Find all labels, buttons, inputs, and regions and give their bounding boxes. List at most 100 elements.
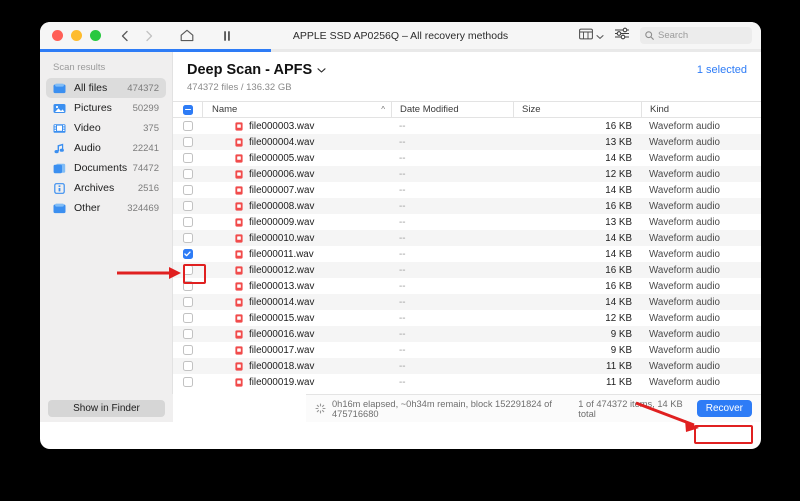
row-checkbox[interactable] [173, 121, 202, 131]
row-size-cell: 13 KB [513, 134, 641, 150]
row-date-value: -- [399, 360, 406, 372]
table-row[interactable]: file000019.wav -- 11 KB Waveform audio [173, 374, 761, 390]
status-bar: 0h16m elapsed, ~0h34m remain, block 1522… [306, 394, 761, 422]
row-checkbox[interactable] [173, 297, 202, 307]
row-name-cell: file000019.wav [202, 374, 391, 390]
row-date-cell: -- [391, 230, 513, 246]
row-checkbox[interactable] [173, 345, 202, 355]
table-row[interactable]: file000016.wav -- 9 KB Waveform audio [173, 326, 761, 342]
row-date-cell: -- [391, 358, 513, 374]
chevron-down-icon[interactable] [317, 62, 326, 78]
row-date-cell: -- [391, 310, 513, 326]
row-size-cell: 16 KB [513, 118, 641, 134]
column-header-kind[interactable]: Kind [641, 102, 761, 117]
column-header-name[interactable]: Name ^ [202, 102, 391, 117]
row-name-cell: file000003.wav [202, 118, 391, 134]
row-checkbox[interactable] [173, 153, 202, 163]
sidebar-item-documents[interactable]: Documents 74472 [46, 158, 166, 178]
row-name-cell: file000005.wav [202, 150, 391, 166]
row-size-value: 14 KB [605, 184, 632, 196]
sidebar-item-archives[interactable]: Archives 2516 [46, 178, 166, 198]
table-row[interactable]: file000013.wav -- 16 KB Waveform audio [173, 278, 761, 294]
row-checkbox[interactable] [173, 265, 202, 275]
sidebar-item-pictures[interactable]: Pictures 50299 [46, 98, 166, 118]
row-checkbox[interactable] [173, 169, 202, 179]
wav-file-icon [235, 249, 243, 259]
table-header-row: Name ^ Date Modified Size Kind [173, 101, 761, 118]
chevron-down-icon [596, 27, 604, 45]
sliders-icon[interactable] [614, 27, 630, 45]
row-date-value: -- [399, 200, 406, 212]
table-row[interactable]: file000010.wav -- 14 KB Waveform audio [173, 230, 761, 246]
row-checkbox[interactable] [173, 137, 202, 147]
row-name-cell: file000016.wav [202, 326, 391, 342]
view-mode-button[interactable] [579, 27, 604, 45]
row-size-value: 14 KB [605, 152, 632, 164]
table-row[interactable]: file000006.wav -- 12 KB Waveform audio [173, 166, 761, 182]
pause-icon[interactable] [221, 29, 233, 43]
file-table: Name ^ Date Modified Size Kind file00000… [173, 101, 761, 422]
row-kind-value: Waveform audio [649, 328, 720, 340]
page-title: Deep Scan - APFS [187, 62, 747, 78]
row-date-value: -- [399, 328, 406, 340]
row-checkbox[interactable] [173, 233, 202, 243]
row-date-value: -- [399, 264, 406, 276]
table-row[interactable]: file000007.wav -- 14 KB Waveform audio [173, 182, 761, 198]
select-all-checkbox[interactable] [173, 104, 202, 115]
home-icon[interactable] [179, 28, 195, 43]
main-panel: Deep Scan - APFS 474372 files / 136.32 G… [173, 52, 761, 422]
sidebar-item-all-files[interactable]: All files 474372 [46, 78, 166, 98]
table-row[interactable]: file000004.wav -- 13 KB Waveform audio [173, 134, 761, 150]
table-row[interactable]: file000011.wav -- 14 KB Waveform audio [173, 246, 761, 262]
table-row[interactable]: file000003.wav -- 16 KB Waveform audio [173, 118, 761, 134]
wav-file-icon [235, 329, 243, 339]
show-in-finder-button[interactable]: Show in Finder [48, 399, 165, 417]
row-size-cell: 13 KB [513, 214, 641, 230]
row-checkbox[interactable] [173, 185, 202, 195]
sidebar-item-audio[interactable]: Audio 22241 [46, 138, 166, 158]
search-input[interactable]: Search [640, 27, 752, 44]
row-checkbox[interactable] [173, 329, 202, 339]
column-header-size[interactable]: Size [513, 102, 641, 117]
row-checkbox[interactable] [173, 313, 202, 323]
row-checkbox[interactable] [173, 249, 202, 259]
row-size-value: 14 KB [605, 296, 632, 308]
sidebar: Scan results All files 474372 Pictures 5029… [40, 52, 173, 422]
row-kind-cell: Waveform audio [641, 118, 761, 134]
table-row[interactable]: file000017.wav -- 9 KB Waveform audio [173, 342, 761, 358]
table-row[interactable]: file000012.wav -- 16 KB Waveform audio [173, 262, 761, 278]
sort-ascending-icon: ^ [381, 105, 385, 114]
row-size-cell: 12 KB [513, 166, 641, 182]
sidebar-item-label: Documents [74, 162, 128, 174]
sidebar-item-video[interactable]: Video 375 [46, 118, 166, 138]
wav-file-icon [235, 345, 243, 355]
table-row[interactable]: file000015.wav -- 12 KB Waveform audio [173, 310, 761, 326]
table-row[interactable]: file000008.wav -- 16 KB Waveform audio [173, 198, 761, 214]
row-date-value: -- [399, 344, 406, 356]
row-checkbox[interactable] [173, 201, 202, 211]
minimize-button[interactable] [71, 30, 82, 41]
row-name-cell: file000012.wav [202, 262, 391, 278]
row-kind-cell: Waveform audio [641, 150, 761, 166]
row-name-cell: file000008.wav [202, 198, 391, 214]
row-checkbox[interactable] [173, 377, 202, 387]
table-row[interactable]: file000018.wav -- 11 KB Waveform audio [173, 358, 761, 374]
chevron-left-icon[interactable] [119, 29, 131, 43]
table-row[interactable]: file000014.wav -- 14 KB Waveform audio [173, 294, 761, 310]
recover-button[interactable]: Recover [696, 400, 752, 417]
row-checkbox[interactable] [173, 361, 202, 371]
row-checkbox[interactable] [173, 217, 202, 227]
row-file-name: file000016.wav [249, 328, 315, 340]
close-button[interactable] [52, 30, 63, 41]
table-row[interactable]: file000009.wav -- 13 KB Waveform audio [173, 214, 761, 230]
row-date-value: -- [399, 152, 406, 164]
row-checkbox[interactable] [173, 281, 202, 291]
zoom-button[interactable] [90, 30, 101, 41]
checkbox-unchecked-icon [182, 345, 193, 355]
row-kind-cell: Waveform audio [641, 374, 761, 390]
checkbox-unchecked-icon [182, 297, 193, 307]
column-header-date-modified[interactable]: Date Modified [391, 102, 513, 117]
sidebar-item-other[interactable]: Other 324469 [46, 198, 166, 218]
row-kind-cell: Waveform audio [641, 342, 761, 358]
table-row[interactable]: file000005.wav -- 14 KB Waveform audio [173, 150, 761, 166]
